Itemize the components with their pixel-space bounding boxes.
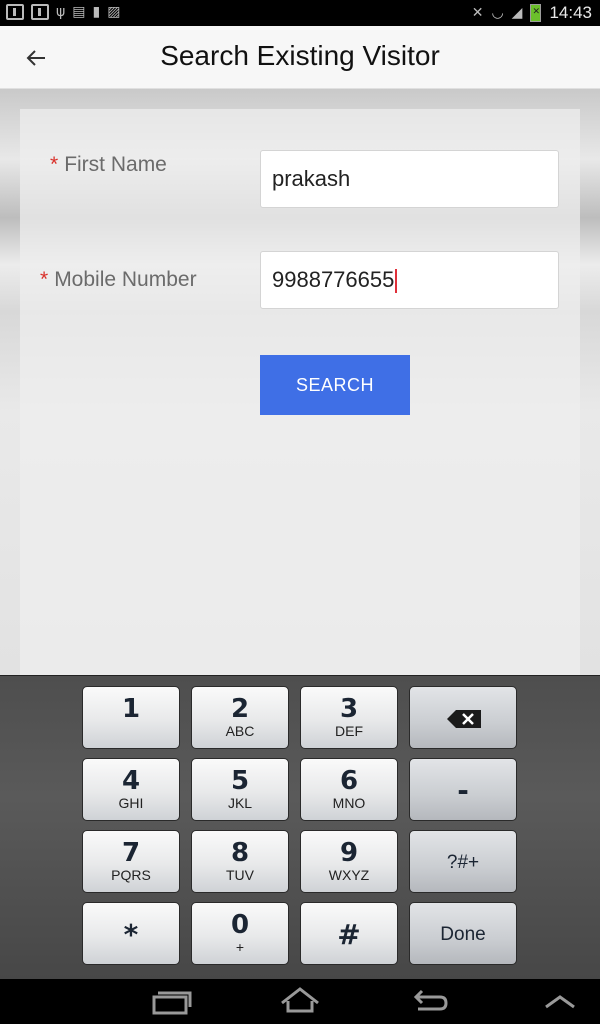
key-label: #	[337, 918, 361, 951]
symbols-key[interactable]: ?#+	[409, 830, 517, 893]
first-name-input[interactable]: prakash	[260, 150, 559, 208]
wifi-icon: ◡	[491, 5, 504, 21]
key-sublabel: JKL	[227, 795, 253, 811]
notification-1-icon	[31, 4, 49, 20]
key-star[interactable]: *	[82, 902, 180, 965]
key-label: *	[123, 918, 139, 951]
key-label: 0	[230, 910, 250, 940]
key-sublabel: ABC	[225, 723, 255, 739]
text-cursor	[395, 269, 398, 294]
key-sublabel: WXYZ	[328, 867, 370, 883]
up-chevron-button[interactable]	[530, 979, 590, 1024]
mute-icon: ✕	[471, 5, 484, 21]
required-mark: *	[40, 268, 49, 291]
search-button[interactable]: SEARCH	[260, 355, 410, 415]
key-label: 1	[121, 694, 141, 724]
usb-icon: ψ	[56, 4, 66, 20]
key-label: 6	[339, 766, 359, 796]
key-4[interactable]: 4 GHI	[82, 758, 180, 821]
backspace-icon	[447, 710, 481, 728]
app-header: Search Existing Visitor	[0, 26, 600, 89]
key-label: 4	[121, 766, 141, 796]
mobile-number-label-text: Mobile Number	[54, 268, 197, 291]
key-5[interactable]: 5 JKL	[191, 758, 289, 821]
key-label: 8	[230, 838, 250, 868]
key-label: 7	[121, 838, 141, 868]
key-8[interactable]: 8 TUV	[191, 830, 289, 893]
home-button[interactable]	[270, 979, 330, 1024]
recent-apps-icon	[152, 991, 192, 1015]
navigation-bar	[0, 979, 600, 1024]
recent-apps-button[interactable]	[140, 979, 200, 1024]
key-sublabel: +	[235, 939, 245, 955]
status-time: 14:43	[549, 3, 592, 22]
numeric-keyboard: 1 2 ABC 3 DEF 4 GHI 5 JKL 6 MNO - 7 PQRS…	[0, 675, 600, 979]
key-1[interactable]: 1	[82, 686, 180, 749]
key-9[interactable]: 9 WXYZ	[300, 830, 398, 893]
key-2[interactable]: 2 ABC	[191, 686, 289, 749]
key-label: 3	[339, 694, 359, 724]
key-hash[interactable]: #	[300, 902, 398, 965]
up-chevron-icon	[545, 995, 575, 1009]
battery-icon	[530, 4, 542, 22]
required-mark: *	[50, 153, 59, 176]
mobile-number-label: * Mobile Number	[40, 268, 197, 292]
key-label: 5	[230, 766, 250, 796]
key-label: 9	[339, 838, 359, 868]
key-sublabel: MNO	[332, 795, 366, 811]
keyboard-icon: ▤	[72, 4, 86, 20]
key-3[interactable]: 3 DEF	[300, 686, 398, 749]
key-6[interactable]: 6 MNO	[300, 758, 398, 821]
key-sublabel: GHI	[118, 795, 144, 811]
first-name-value: prakash	[272, 166, 351, 191]
back-button[interactable]	[400, 979, 460, 1024]
home-icon	[281, 987, 319, 1013]
back-icon	[413, 989, 448, 1011]
sd-card-icon: ▮	[92, 4, 101, 20]
key-sublabel: DEF	[335, 723, 363, 739]
key-label: 2	[230, 694, 250, 724]
key-label: -	[457, 774, 469, 807]
mobile-number-value: 9988776655	[272, 267, 395, 292]
done-key[interactable]: Done	[409, 902, 517, 965]
key-sublabel: PQRS	[111, 867, 151, 883]
status-bar: ψ ▤ ▮ ▨ ✕ ◡ ◢ 14:43	[0, 0, 600, 26]
image-icon: ▨	[107, 4, 121, 20]
key-0[interactable]: 0 +	[191, 902, 289, 965]
key-7[interactable]: 7 PQRS	[82, 830, 180, 893]
first-name-label: * First Name	[50, 153, 167, 177]
key-sublabel: TUV	[226, 867, 254, 883]
key-label: Done	[440, 924, 486, 945]
mobile-number-input[interactable]: 9988776655	[260, 251, 559, 309]
minus-key[interactable]: -	[409, 758, 517, 821]
page-title: Search Existing Visitor	[160, 40, 440, 71]
first-name-label-text: First Name	[64, 153, 167, 176]
key-label: ?#+	[446, 852, 480, 873]
notification-1-icon	[6, 4, 24, 20]
backspace-key[interactable]	[409, 686, 517, 749]
signal-icon: ◢	[511, 5, 523, 21]
